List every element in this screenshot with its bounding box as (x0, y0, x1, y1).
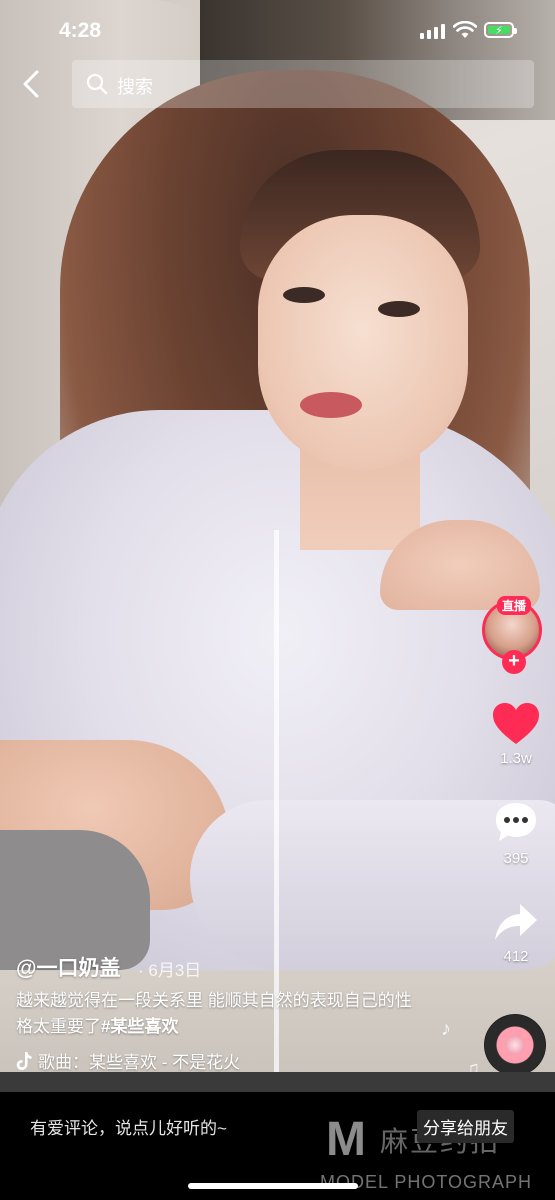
share-arrow-icon (495, 904, 537, 940)
song-title: 歌曲：某些喜欢 - 不是花火 (38, 1053, 241, 1072)
music-disc-button[interactable] (484, 1014, 546, 1076)
music-note-icon: ♪ (441, 1018, 451, 1040)
author-name[interactable]: @一口奶盖 (16, 952, 120, 982)
divider (0, 1072, 555, 1092)
status-time: 4:28 (59, 19, 102, 42)
search-placeholder: 搜索 (117, 77, 153, 97)
tiktok-note-icon (16, 1051, 32, 1070)
comment-count: 395 (503, 850, 529, 867)
left-eye (283, 287, 325, 303)
hashtag-link[interactable]: #某些喜欢 (101, 1017, 178, 1036)
like-button[interactable]: 1.3w (481, 702, 551, 767)
share-count: 412 (503, 948, 529, 965)
lips (300, 392, 362, 418)
wifi-icon (453, 21, 477, 38)
song-info[interactable]: 歌曲：某些喜欢 - 不是花火 (16, 1048, 240, 1073)
comment-input[interactable]: 有爱评论，说点儿好听的~ (30, 1114, 227, 1139)
follow-button[interactable]: + (502, 650, 526, 674)
home-indicator[interactable] (188, 1183, 358, 1189)
music-disc-cover (505, 1035, 525, 1055)
cellular-signal-icon (420, 24, 445, 39)
search-input[interactable]: 搜索 (72, 60, 534, 108)
right-eye (378, 301, 420, 317)
share-to-friend-button[interactable]: 分享给朋友 (417, 1110, 514, 1143)
watermark-logo: M (326, 1113, 366, 1166)
post-date: · 6月3日 (138, 961, 202, 980)
comment-icon (496, 803, 536, 841)
battery-icon: ⚡ (484, 22, 517, 38)
like-count: 1.3w (500, 750, 532, 767)
face (258, 215, 468, 470)
back-button[interactable] (17, 66, 47, 102)
pants (0, 830, 150, 970)
heart-icon (493, 703, 539, 744)
search-icon (86, 73, 108, 95)
post-caption: 越来越觉得在一段关系里 能顺其自然的表现自己的性格太重要了#某些喜欢 (16, 988, 416, 1040)
creator-avatar[interactable]: 直播 + (482, 596, 548, 674)
caption-text: 越来越觉得在一段关系里 能顺其自然的表现自己的性格太重要了 (16, 991, 412, 1036)
comment-button[interactable]: 395 (481, 800, 551, 867)
video-frame[interactable] (0, 0, 555, 1092)
live-badge: 直播 (497, 596, 532, 615)
share-button[interactable]: 412 (481, 902, 551, 965)
